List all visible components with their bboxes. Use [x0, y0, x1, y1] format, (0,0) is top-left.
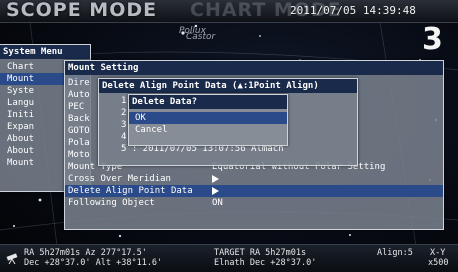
star-label-castor: Castor — [186, 32, 216, 42]
cross-over-meridian-arrow-icon — [212, 173, 219, 185]
following-object-value: ON — [212, 198, 223, 208]
mount-setting-label: PEC — [68, 102, 85, 112]
zoom-level: x500 — [428, 258, 449, 268]
mount-setting-item-cross-over-meridian[interactable]: Cross Over Meridian — [65, 173, 443, 185]
datetime-display: 2011/07/05 14:39:48 — [290, 4, 416, 17]
mount-setting-label: Dire — [68, 78, 90, 88]
mount-setting-label: Auto — [68, 90, 90, 100]
page-number: 3 — [422, 22, 443, 57]
cancel-button[interactable]: Cancel — [129, 124, 287, 136]
top-bar: SCOPE MODE CHART MODE 2011/07/05 14:39:4… — [0, 0, 458, 23]
delete-align-point-arrow-icon — [212, 185, 219, 197]
mount-setting-title: Mount Setting — [65, 61, 443, 75]
delete-data-dialog: Delete Data? OK Cancel — [128, 94, 288, 146]
system-menu-title: System Menu — [0, 45, 90, 59]
align-count: Align:5 — [377, 248, 413, 258]
delete-data-dialog-title: Delete Data? — [129, 95, 287, 109]
mount-setting-label: Moto — [68, 150, 90, 160]
mount-setting-label: Pola — [68, 138, 90, 148]
align-point-number: 1 — [121, 96, 127, 106]
ok-button[interactable]: OK — [129, 112, 287, 124]
xy-mode: X-Y — [430, 248, 446, 258]
align-point-number: 2 — [121, 108, 127, 118]
align-point-number: 5 — [121, 144, 127, 154]
mount-setting-label: Delete Align Point Data — [68, 186, 193, 196]
mount-setting-label: Following Object — [68, 198, 155, 208]
status-bar: RA 5h27m01s Az 277°17.5' Dec +28°37.0' A… — [0, 244, 458, 272]
target-dec: Elnath Dec +28°37.0' — [214, 258, 317, 268]
current-dec-alt: Dec +28°37.0' Alt +38°11.6' — [24, 258, 163, 268]
mount-setting-label: Cross Over Meridian — [68, 174, 171, 184]
target-ra: TARGET RA 5h27m01s — [214, 248, 307, 258]
align-point-number: 4 — [121, 132, 127, 142]
telescope-icon — [6, 253, 18, 264]
current-ra-az: RA 5h27m01s Az 277°17.5' — [24, 248, 147, 258]
mount-setting-label: Back — [68, 114, 90, 124]
align-point-number: 3 — [121, 120, 127, 130]
mount-setting-label: GOTO — [68, 126, 90, 136]
mount-setting-item-following-object[interactable]: Following Object ON — [65, 197, 443, 209]
mode-title: SCOPE MODE — [6, 0, 158, 21]
delete-align-point-title: Delete Align Point Data (▲:1Point Align) — [99, 79, 357, 93]
mount-setting-item-delete-align-point-data[interactable]: Delete Align Point Data — [65, 185, 443, 197]
